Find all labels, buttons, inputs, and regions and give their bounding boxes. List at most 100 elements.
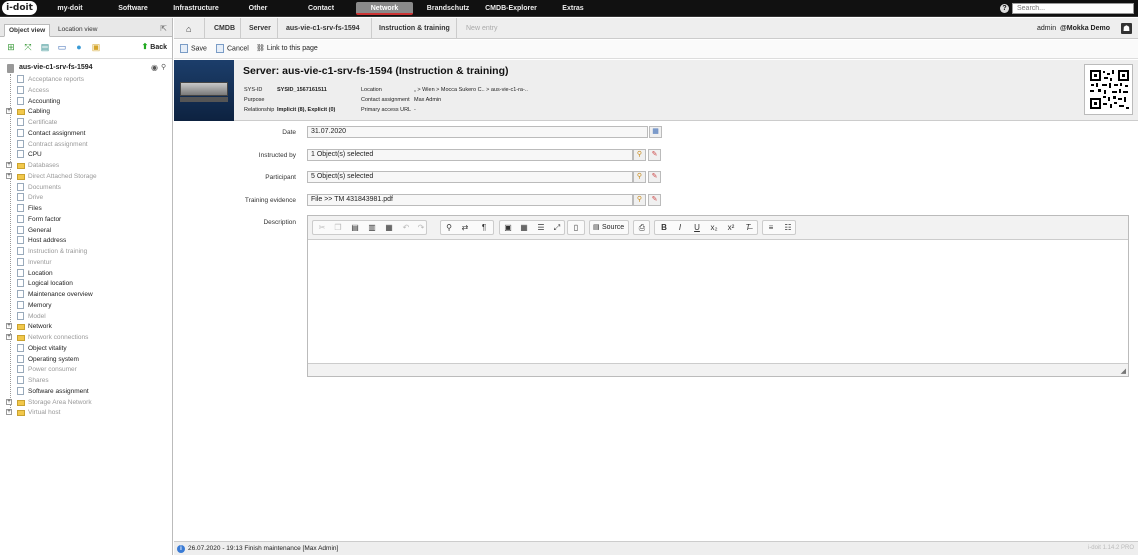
tree-item[interactable]: Certificate — [6, 118, 171, 128]
horizontal-line-icon[interactable]: ☰ — [536, 223, 546, 233]
report-icon[interactable]: ▤ — [40, 42, 50, 52]
search-icon[interactable]: ⚲ — [633, 149, 646, 161]
tree-item[interactable]: Location — [6, 268, 171, 279]
find-icon[interactable]: ⚲ — [444, 223, 454, 233]
undo-icon[interactable]: ↶ — [401, 223, 411, 233]
help-icon[interactable]: ? — [1000, 4, 1009, 13]
image-icon[interactable]: ▣ — [503, 223, 513, 233]
calendar-icon[interactable]: ▦ — [649, 126, 662, 138]
search-icon[interactable]: ⚲ — [161, 63, 166, 71]
nav-other[interactable]: Other — [234, 0, 282, 17]
tab-object-view[interactable]: Object view — [4, 24, 51, 37]
nav-software[interactable]: Software — [108, 0, 158, 17]
remove-format-icon[interactable]: T̶ — [743, 223, 753, 233]
bullet-list-icon[interactable]: ☷ — [783, 223, 793, 233]
tree-item[interactable]: Memory — [6, 300, 171, 311]
subscript-icon[interactable]: x₂ — [709, 223, 719, 233]
i-doit-logo[interactable]: i-doit — [2, 1, 37, 15]
paste-text-icon[interactable]: ▥ — [367, 223, 377, 233]
tree-item[interactable]: Drive — [6, 193, 171, 203]
tree-item[interactable]: Operating system — [6, 354, 171, 365]
link-to-page-button[interactable]: ⛓ Link to this page — [256, 44, 318, 52]
tree-item[interactable]: Files — [6, 204, 171, 214]
tree-item[interactable]: Model — [6, 311, 171, 322]
expand-plus-icon[interactable]: + — [6, 409, 12, 416]
tree-item[interactable]: Contact assignment — [6, 128, 171, 139]
user-icon[interactable]: ☗ — [1121, 23, 1132, 34]
nav-cmdb-explorer[interactable]: CMDB-Explorer — [480, 0, 542, 17]
expand-plus-icon[interactable]: + — [6, 108, 12, 115]
copy-icon[interactable]: ❐ — [333, 223, 343, 233]
home-icon[interactable]: ⌂ — [186, 24, 191, 34]
expand-plus-icon[interactable]: + — [6, 162, 12, 168]
editor-text-area[interactable] — [308, 241, 1128, 363]
tree-item[interactable]: + Storage Area Network — [6, 398, 171, 408]
breadcrumb-cmdb[interactable]: CMDB — [214, 18, 235, 39]
detach-icon[interactable]: ✎ — [648, 171, 661, 183]
tree-item[interactable]: Shares — [6, 376, 171, 386]
tree-item[interactable]: + Databases — [6, 161, 171, 171]
participant-field[interactable]: 5 Object(s) selected — [307, 171, 633, 183]
user-info[interactable]: admin @Mokka Demo — [1037, 18, 1110, 39]
tree-item[interactable]: + Network — [6, 322, 171, 332]
nav-infrastructure[interactable]: Infrastructure — [166, 0, 226, 17]
breadcrumb-server[interactable]: Server — [249, 18, 271, 39]
superscript-icon[interactable]: x² — [726, 223, 736, 233]
expand-plus-icon[interactable]: + — [6, 323, 12, 330]
italic-icon[interactable]: I — [675, 223, 685, 233]
tree-item[interactable]: CPU — [6, 150, 171, 160]
paste-word-icon[interactable]: ▦ — [384, 223, 394, 233]
nav-contact[interactable]: Contact — [296, 0, 346, 17]
numbered-list-icon[interactable]: ≡ — [766, 223, 776, 233]
search-icon[interactable]: ⚲ — [633, 171, 646, 183]
lock-icon[interactable]: ▣ — [91, 42, 101, 52]
expand-plus-icon[interactable]: + — [6, 334, 12, 340]
cut-icon[interactable]: ✂ — [317, 223, 327, 233]
breadcrumb-object[interactable]: aus-vie-c1-srv-fs-1594 — [286, 18, 360, 39]
expand-plus-icon[interactable]: + — [6, 172, 12, 179]
tree-item[interactable]: Power consumer — [6, 365, 171, 375]
resize-grip-icon[interactable]: ◢ — [1121, 367, 1126, 375]
nav-my-doit[interactable]: my-doit — [44, 0, 96, 17]
paste-icon[interactable]: ▤ — [350, 223, 360, 233]
relationship-value[interactable]: Implicit (8), Explicit (0) — [277, 107, 335, 113]
cancel-button[interactable]: Cancel — [216, 44, 249, 53]
spellcheck-icon[interactable]: ¶ — [479, 223, 489, 233]
tree-item[interactable]: Contract assignment — [6, 139, 171, 150]
tree-item[interactable]: Accounting — [6, 96, 171, 107]
tree-item[interactable]: Host address — [6, 236, 171, 246]
description-editor[interactable]: ✂ ❐ ▤ ▥ ▦ ↶ ↷ ⚲ ⇄ ¶ ▣ ▦ ☰ ⤢ ▯ ▤ Source ⎙… — [307, 215, 1129, 377]
nav-brandschutz[interactable]: Brandschutz — [420, 0, 476, 17]
nav-extras[interactable]: Extras — [552, 0, 594, 17]
tree-item[interactable]: Instruction & training — [6, 247, 171, 257]
back-button[interactable]: ⬆ Back — [142, 42, 167, 51]
table-icon[interactable]: ▦ — [519, 223, 529, 233]
bold-icon[interactable]: B — [659, 223, 669, 233]
tab-location-view[interactable]: Location view — [54, 24, 101, 37]
save-button[interactable]: Save — [180, 44, 207, 53]
eye-icon[interactable]: ◉ — [151, 63, 158, 72]
globe-icon[interactable]: ● — [74, 42, 84, 52]
source-button[interactable]: ▤ Source — [589, 220, 629, 235]
replace-icon[interactable]: ⇄ — [460, 223, 470, 233]
tree-item[interactable]: Software assignment — [6, 386, 171, 397]
breadcrumb-category[interactable]: Instruction & training — [379, 18, 450, 39]
tree-item[interactable]: Maintenance overview — [6, 290, 171, 300]
instructed-by-field[interactable]: 1 Object(s) selected — [307, 149, 633, 161]
tree-item[interactable]: Access — [6, 85, 171, 96]
search-input[interactable] — [1012, 3, 1134, 14]
expand-plus-icon[interactable]: + — [6, 398, 12, 405]
tree-icon[interactable]: ⊞ — [6, 42, 16, 52]
expand-icon[interactable]: ⇱ — [160, 24, 167, 33]
tree-item[interactable]: + Direct Attached Storage — [6, 172, 171, 182]
tree-item[interactable]: + Network connections — [6, 333, 171, 343]
date-field[interactable]: 31.07.2020 — [307, 126, 648, 138]
show-blocks-icon[interactable]: ▯ — [571, 223, 581, 233]
redo-icon[interactable]: ↷ — [416, 223, 426, 233]
detach-icon[interactable]: ✎ — [648, 149, 661, 161]
underline-icon[interactable]: U — [692, 223, 702, 233]
tree-item[interactable]: + Cabling — [6, 107, 171, 117]
detach-icon[interactable]: ✎ — [648, 194, 661, 206]
print-icon[interactable]: ⎙ — [637, 223, 647, 233]
training-evidence-field[interactable]: File >> TM 431843981.pdf — [307, 194, 633, 206]
